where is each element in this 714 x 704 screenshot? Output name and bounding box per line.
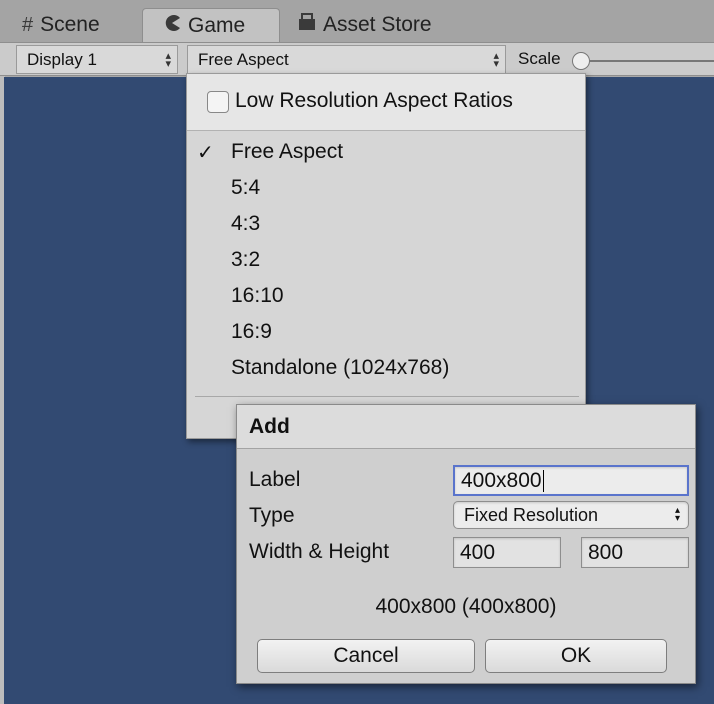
type-dropdown[interactable]: Fixed Resolution ▴ ▾ [453,501,689,529]
ok-button[interactable]: OK [485,639,667,673]
resolution-summary: 400x800 (400x800) [375,595,557,618]
aspect-dropdown[interactable]: Free Aspect ▴ ▾ [187,45,506,74]
label-input-value: 400x800 [461,468,542,492]
dialog-title: Add [249,415,290,438]
menu-header: Low Resolution Aspect Ratios [187,74,585,131]
height-input-value: 800 [588,540,624,564]
updown-arrows-icon: ▴ ▾ [674,505,680,524]
tab-asset-store[interactable]: Asset Store [298,8,432,42]
aspect-dropdown-value: Free Aspect [198,49,289,69]
tab-game-label: Game [188,14,246,37]
scale-slider-track[interactable] [590,60,714,62]
width-input[interactable]: 400 [453,537,561,568]
display-dropdown-value: Display 1 [27,49,97,69]
game-toolbar: Display 1 ▴ ▾ Free Aspect ▴ ▾ Scale [0,42,714,76]
store-icon [298,13,316,37]
display-dropdown[interactable]: Display 1 ▴ ▾ [16,45,178,74]
menu-item-4-3[interactable]: 4:3 [231,212,260,236]
menu-item-standalone[interactable]: Standalone (1024x768) [231,356,449,380]
tab-scene[interactable]: # Scene [22,8,100,42]
add-resolution-dialog: Add Label 400x800 Type Fixed Resolution … [236,404,696,684]
menu-item-16-10[interactable]: 16:10 [231,284,284,308]
menu-item-16-9[interactable]: 16:9 [231,320,272,344]
aspect-menu: Low Resolution Aspect Ratios ✓ Free Aspe… [186,73,586,439]
label-input[interactable]: 400x800 [453,465,689,496]
updown-arrows-icon: ▴ ▾ [165,50,171,70]
tab-strip: # Scene Game Asset Store [0,0,714,43]
low-resolution-checkbox[interactable] [207,91,229,113]
low-resolution-label[interactable]: Low Resolution Aspect Ratios [235,89,513,113]
width-height-caption: Width & Height [249,540,390,563]
updown-arrows-icon: ▴ ▾ [493,50,499,70]
tab-scene-label: Scene [40,13,100,36]
cancel-button[interactable]: Cancel [257,639,475,673]
type-dropdown-value: Fixed Resolution [464,504,599,525]
height-input[interactable]: 800 [581,537,689,568]
scale-slider-knob[interactable] [572,52,590,70]
dialog-header: Add [237,405,695,449]
tab-game[interactable]: Game [142,8,280,43]
menu-item-free-aspect[interactable]: Free Aspect [231,140,343,164]
scale-label: Scale [518,49,561,68]
width-input-value: 400 [460,540,496,564]
type-caption: Type [249,504,295,527]
menu-divider [195,396,579,397]
text-caret [542,469,544,492]
menu-item-5-4[interactable]: 5:4 [231,176,260,200]
checkmark-icon: ✓ [197,142,214,164]
tab-asset-store-label: Asset Store [323,13,432,36]
label-caption: Label [249,468,301,491]
grid-icon: # [22,13,34,36]
menu-item-3-2[interactable]: 3:2 [231,248,260,272]
pacman-icon [163,14,181,38]
